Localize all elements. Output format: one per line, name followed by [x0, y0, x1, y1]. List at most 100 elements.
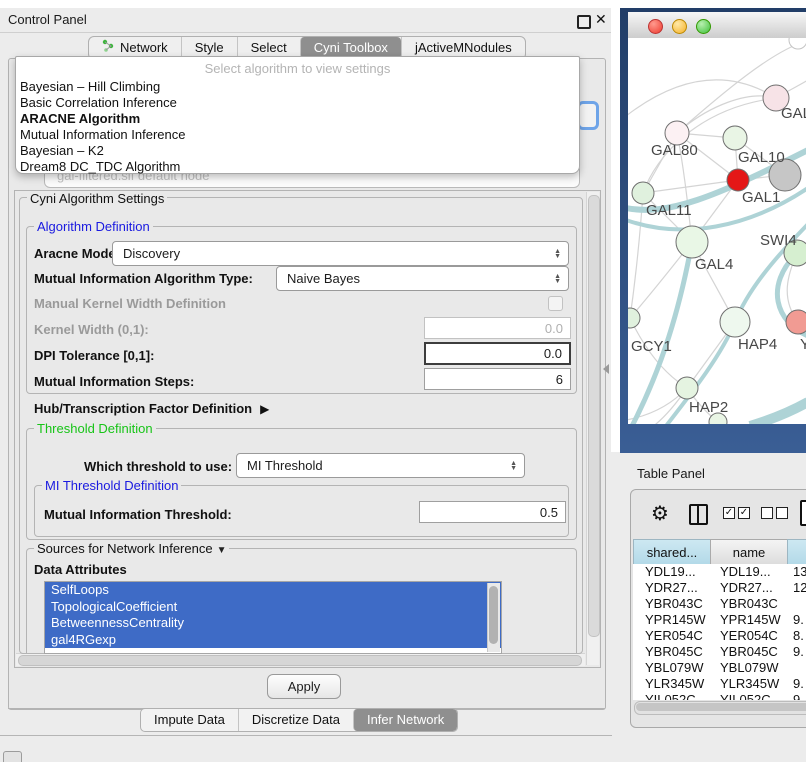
table-row[interactable]: YDR27...YDR27...12 — [633, 580, 806, 596]
tab-discretize-data[interactable]: Discretize Data — [238, 709, 353, 731]
table-body: YDL19...YDL19...13 YDR27...YDR27...12 YB… — [633, 564, 806, 700]
cell: 9. — [793, 644, 804, 660]
control-panel-titlebar — [0, 8, 612, 33]
combo-value: Discovery — [123, 246, 180, 261]
network-canvas[interactable]: GAL GAL80 GAL10 GAL1 GAL11 GAL4 SWI4 GCY… — [628, 38, 806, 424]
checkbox-checked-icon[interactable]: ✓ — [723, 507, 735, 519]
algorithm-option[interactable]: Mutual Information Inference — [20, 127, 185, 142]
algorithm-option[interactable]: Bayesian – K2 — [20, 143, 104, 158]
kernel-width-field[interactable]: 0.0 — [424, 317, 571, 339]
algorithm-dropdown-popup: Select algorithm to view settings Bayesi… — [15, 56, 580, 174]
checkbox-checked-icon[interactable]: ✓ — [738, 507, 750, 519]
table-row[interactable]: YBR043CYBR043C — [633, 596, 806, 612]
table-row[interactable]: YPR145WYPR145W9. — [633, 612, 806, 628]
network-view-window: GAL GAL80 GAL10 GAL1 GAL11 GAL4 SWI4 GCY… — [620, 8, 806, 453]
column-header[interactable]: shared... — [633, 539, 711, 566]
columns-icon[interactable] — [689, 504, 708, 525]
cell: 9. — [793, 612, 804, 628]
float-window-icon[interactable] — [577, 15, 591, 29]
sources-title: Sources for Network Inference — [37, 541, 213, 556]
table-panel-title: Table Panel — [637, 466, 705, 481]
table-row[interactable]: YLR345WYLR345W9. — [633, 676, 806, 692]
vertical-scrollbar[interactable] — [586, 192, 599, 665]
tab-label: Infer Network — [367, 709, 444, 731]
aracne-mode-combo[interactable]: Discovery ▲▼ — [112, 241, 569, 266]
node-gal11[interactable] — [632, 182, 654, 204]
group-title: Algorithm Definition — [34, 219, 153, 234]
cell: YDL19... — [720, 564, 771, 580]
tab-label: Impute Data — [154, 709, 225, 731]
column-header[interactable]: name — [710, 539, 788, 566]
node-gal10[interactable] — [723, 126, 747, 150]
gear-icon[interactable]: ⚙ — [651, 501, 669, 526]
minimized-panel-icon[interactable] — [3, 751, 22, 762]
node-salmon[interactable] — [786, 310, 806, 334]
hub-definition-toggle[interactable]: Hub/Transcription Factor Definition▶ — [34, 401, 269, 416]
document-icon[interactable] — [800, 500, 806, 526]
table-row[interactable]: YBR045C YBR045C 9. — [633, 644, 806, 660]
close-icon[interactable]: ✕ — [595, 11, 607, 28]
table-row[interactable]: YBL079WYBL079W — [633, 660, 806, 676]
node-label: GAL — [781, 105, 806, 122]
tab-infer-network[interactable]: Infer Network — [353, 709, 457, 731]
cell: 8. — [793, 628, 804, 644]
list-item[interactable]: gal4RGexp — [45, 632, 501, 649]
horizontal-scrollbar[interactable] — [16, 653, 585, 666]
close-traffic-light[interactable] — [648, 19, 663, 34]
algorithm-option[interactable]: Bayesian – Hill Climbing — [20, 79, 160, 94]
scrollbar-thumb[interactable] — [636, 703, 806, 711]
tab-impute-data[interactable]: Impute Data — [141, 709, 238, 731]
cell: YIL052C — [645, 692, 696, 700]
cell: YBR045C — [645, 644, 703, 660]
screen: Control Panel ✕ Network Style Select Cyn… — [0, 0, 806, 762]
list-item[interactable]: BetweennessCentrality — [45, 615, 501, 632]
algorithm-combo-button[interactable] — [577, 101, 599, 130]
column-header[interactable]: A — [787, 539, 806, 566]
algorithm-option[interactable]: Basic Correlation Inference — [20, 95, 177, 110]
mi-threshold-field[interactable]: 0.5 — [419, 501, 566, 523]
node-label: Y — [800, 336, 806, 353]
mi-steps-field[interactable]: 6 — [424, 368, 571, 390]
checkbox-unchecked-icon[interactable] — [776, 507, 788, 519]
list-item[interactable]: TopologicalCoefficient — [45, 599, 501, 616]
list-scrollbar[interactable] — [487, 583, 500, 652]
node-gcy1[interactable] — [628, 308, 640, 328]
which-threshold-combo[interactable]: MI Threshold ▲▼ — [236, 453, 525, 478]
scrollbar-thumb[interactable] — [489, 586, 498, 644]
scrollbar-thumb[interactable] — [588, 195, 600, 637]
cell: YER054C — [645, 628, 703, 644]
expanded-arrow-icon: ▼ — [217, 545, 227, 556]
splitter-collapse-icon[interactable] — [603, 364, 609, 374]
scrollbar-thumb[interactable] — [18, 655, 582, 666]
sources-toggle[interactable]: Sources for Network Inference ▼ — [34, 541, 229, 556]
apply-button[interactable]: Apply — [267, 674, 341, 699]
network-window-titlebar[interactable] — [628, 12, 806, 39]
network-graph: GAL GAL80 GAL10 GAL1 GAL11 GAL4 SWI4 GCY… — [628, 38, 806, 424]
dpi-tolerance-field[interactable]: 0.0 — [424, 342, 571, 365]
data-attributes-list: SelfLoops TopologicalCoefficient Between… — [44, 581, 502, 654]
algorithm-option-highlighted[interactable]: ARACNE Algorithm — [20, 111, 140, 126]
minimize-traffic-light[interactable] — [672, 19, 687, 34]
mi-type-combo[interactable]: Naive Bayes ▲▼ — [276, 266, 569, 291]
panel-title: Control Panel — [8, 12, 87, 27]
table-row[interactable]: YDL19...YDL19...13 — [633, 564, 806, 580]
table-row[interactable]: YIL052CYIL052C9 — [633, 692, 806, 700]
cell: YBR045C — [720, 644, 778, 660]
checkbox-unchecked-icon[interactable] — [761, 507, 773, 519]
list-item[interactable]: SelfLoops — [45, 582, 501, 599]
node-gal4[interactable] — [676, 226, 708, 258]
node-label: GAL11 — [646, 202, 692, 219]
node-label: HAP2 — [689, 399, 728, 416]
dpi-tolerance-label: DPI Tolerance [0,1]: — [34, 348, 154, 363]
manual-kernel-checkbox[interactable] — [548, 296, 563, 311]
node-gal1-selected[interactable] — [727, 169, 749, 191]
cell: YDL19... — [645, 564, 696, 580]
node-hap4[interactable] — [720, 307, 750, 337]
algorithm-option[interactable]: Dream8 DC_TDC Algorithm — [20, 159, 180, 174]
cell: 12 — [793, 580, 806, 596]
table-row[interactable]: YER054CYER054C8. — [633, 628, 806, 644]
table-horizontal-scrollbar[interactable] — [634, 701, 806, 715]
node-hap2[interactable] — [676, 377, 698, 399]
zoom-traffic-light[interactable] — [696, 19, 711, 34]
node-label: SWI4 — [760, 232, 797, 249]
